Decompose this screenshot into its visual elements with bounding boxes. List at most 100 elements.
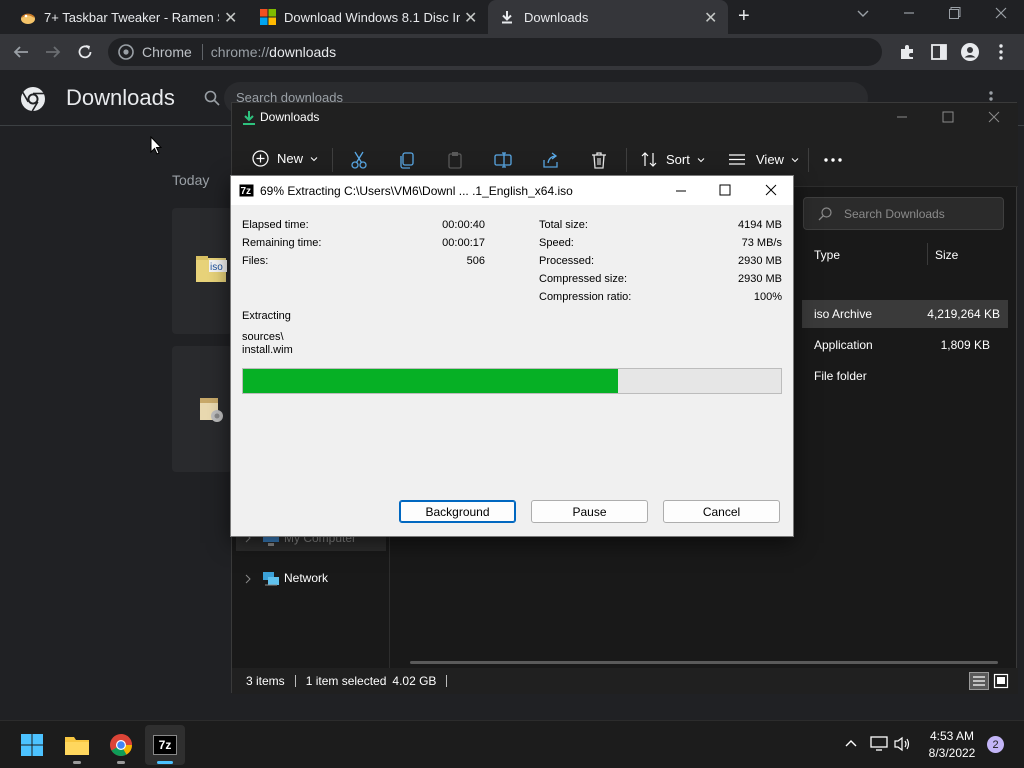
- chevron-down-icon: [310, 156, 318, 161]
- restore-icon[interactable]: [948, 6, 962, 20]
- chrome-menu-kebab-icon[interactable]: [998, 43, 1004, 61]
- close-icon[interactable]: [988, 111, 1000, 123]
- side-panel-icon[interactable]: [930, 43, 948, 61]
- row-type: Application: [814, 338, 873, 352]
- close-icon[interactable]: [765, 184, 777, 196]
- column-divider[interactable]: [927, 243, 928, 265]
- chevron-up-icon[interactable]: [844, 738, 858, 748]
- column-header-type[interactable]: Type: [814, 248, 840, 262]
- compression-ratio-value: 100%: [753, 291, 782, 303]
- view-button[interactable]: View: [728, 151, 800, 168]
- speed-label: Speed:: [539, 237, 574, 249]
- search-icon: [204, 90, 220, 106]
- taskbar-file-explorer[interactable]: [57, 725, 97, 765]
- windows-start-icon: [21, 734, 43, 756]
- taskbar-7zip[interactable]: 7z: [145, 725, 185, 765]
- maximize-icon[interactable]: [942, 111, 954, 123]
- table-row[interactable]: Application 1,809 KB: [802, 331, 1008, 359]
- details-view-icon[interactable]: [969, 672, 989, 690]
- plus-circle-icon: [252, 150, 269, 167]
- section-today: Today: [172, 172, 210, 188]
- tab-download-windows[interactable]: Download Windows 8.1 Disc Imag ✕: [248, 0, 486, 34]
- svg-text:7z: 7z: [241, 186, 252, 197]
- omnibox[interactable]: Chrome chrome:// downloads: [108, 38, 882, 66]
- paste-clipboard-icon[interactable]: [446, 151, 464, 169]
- extensions-puzzle-icon[interactable]: [898, 43, 916, 61]
- volume-speaker-icon[interactable]: [893, 736, 911, 752]
- close-icon[interactable]: ✕: [224, 8, 237, 28]
- windows-logo-icon: [260, 9, 276, 25]
- status-selected-size: 4.02 GB: [392, 674, 437, 688]
- tab-search-chevron-icon[interactable]: [856, 6, 870, 20]
- notification-badge[interactable]: 2: [987, 736, 1004, 753]
- rename-icon[interactable]: [494, 151, 512, 169]
- sevenzip-logo-icon: 7z: [153, 735, 177, 755]
- copy-icon[interactable]: [398, 151, 416, 169]
- row-size: 1,809 KB: [940, 338, 990, 352]
- network-monitor-icon[interactable]: [870, 736, 888, 752]
- status-selected: 1 item selected: [305, 674, 387, 688]
- close-icon[interactable]: ✕: [704, 8, 717, 28]
- reload-icon[interactable]: [76, 43, 94, 61]
- forward-arrow-icon[interactable]: [44, 43, 62, 61]
- share-icon[interactable]: [542, 151, 560, 169]
- explorer-search-input[interactable]: Search Downloads: [803, 197, 1004, 230]
- tab-downloads[interactable]: Downloads ✕: [488, 0, 728, 34]
- see-more-ellipsis-icon[interactable]: [824, 158, 842, 162]
- minimize-icon[interactable]: [896, 111, 908, 123]
- horizontal-scrollbar[interactable]: [410, 661, 998, 664]
- network-icon: [262, 571, 280, 587]
- pause-button[interactable]: Pause: [531, 500, 648, 523]
- row-size: 4,219,264 KB: [927, 307, 1000, 321]
- profile-avatar-icon[interactable]: [960, 42, 980, 62]
- view-label: View: [756, 152, 784, 167]
- chevron-down-icon: [791, 157, 799, 162]
- search-placeholder: Search Downloads: [844, 207, 945, 221]
- operation-label: Extracting: [242, 310, 291, 322]
- new-label: New: [277, 151, 304, 166]
- processed-value: 2930 MB: [737, 255, 782, 267]
- table-row[interactable]: iso Archive 4,219,264 KB: [802, 300, 1008, 328]
- remaining-time-value: 00:00:17: [442, 237, 485, 249]
- speed-value: 73 MB/s: [741, 237, 782, 249]
- nav-item-network[interactable]: Network: [236, 567, 386, 591]
- taskbar-clock-date[interactable]: 8/3/2022: [922, 746, 982, 760]
- extraction-progress-bar: [242, 368, 782, 394]
- processed-label: Processed:: [539, 255, 595, 267]
- cancel-button[interactable]: Cancel: [663, 500, 780, 523]
- elapsed-time-value: 00:00:40: [442, 219, 485, 231]
- page-title: Downloads: [66, 85, 175, 110]
- chrome-logo-icon: [20, 86, 46, 112]
- back-arrow-icon[interactable]: [12, 43, 30, 61]
- new-tab-plus-icon[interactable]: +: [738, 5, 750, 28]
- files-label: Files:: [242, 255, 269, 267]
- delete-trash-icon[interactable]: [590, 151, 608, 169]
- start-button[interactable]: [12, 725, 52, 765]
- table-row[interactable]: File folder: [802, 362, 1008, 390]
- taskbar-clock-time[interactable]: 4:53 AM: [922, 729, 982, 743]
- dialog-titlebar: 7z 69% Extracting C:\Users\VM6\Downl ...…: [231, 176, 793, 205]
- omnibox-chip: Chrome: [142, 44, 192, 60]
- tiles-view-icon[interactable]: [993, 673, 1009, 689]
- tab-title: Download Windows 8.1 Disc Imag: [284, 9, 460, 25]
- download-icon: [500, 10, 514, 24]
- column-header-size[interactable]: Size: [935, 248, 958, 262]
- running-indicator: [117, 761, 125, 764]
- background-button[interactable]: Background: [399, 500, 516, 523]
- minimize-icon[interactable]: [902, 6, 916, 20]
- explorer-status-bar: 3 items 1 item selected 4.02 GB: [232, 668, 1018, 694]
- close-window-icon[interactable]: [994, 6, 1008, 20]
- taskbar-chrome[interactable]: [101, 725, 141, 765]
- download-card: [172, 346, 232, 472]
- folder-icon: [65, 737, 89, 755]
- close-icon[interactable]: ✕: [464, 8, 477, 28]
- tab-7-taskbar-tweaker[interactable]: 7+ Taskbar Tweaker - Ramen Sof ✕: [8, 0, 246, 34]
- explorer-titlebar: Downloads: [232, 103, 1018, 133]
- sort-button[interactable]: Sort: [640, 151, 706, 168]
- maximize-icon[interactable]: [719, 184, 731, 196]
- new-button[interactable]: New: [252, 150, 319, 167]
- tab-title: Downloads: [524, 9, 589, 25]
- minimize-icon[interactable]: [675, 185, 687, 197]
- cut-scissors-icon[interactable]: [350, 151, 368, 169]
- iso-file-icon: iso: [195, 254, 229, 284]
